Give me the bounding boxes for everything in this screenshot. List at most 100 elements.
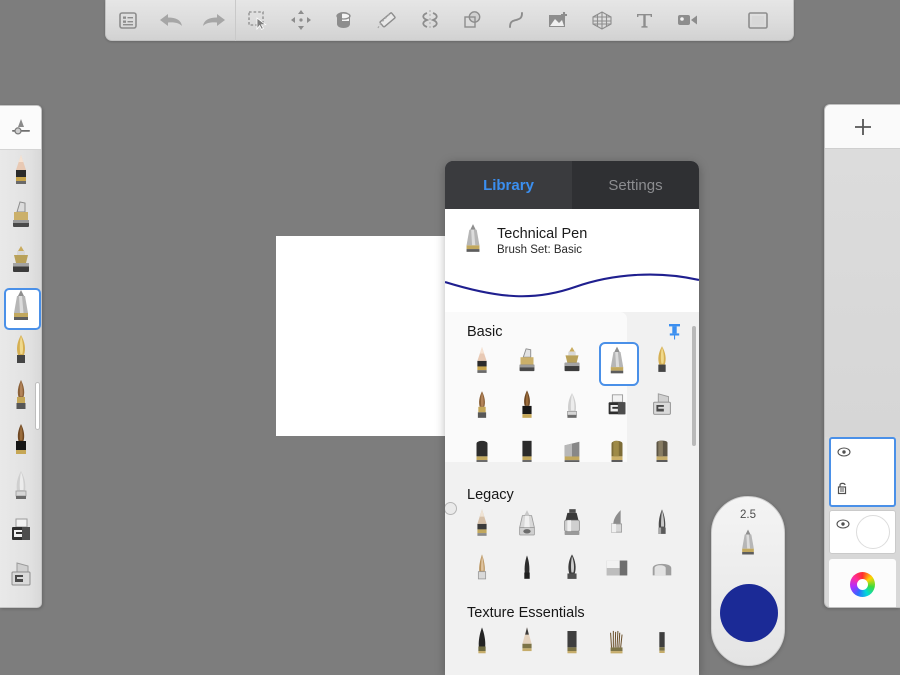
blender-c-icon <box>560 436 584 469</box>
legacy-fine-tip-icon <box>518 552 536 589</box>
fullscreen-icon[interactable] <box>736 0 779 41</box>
brush-cell-blender-a[interactable] <box>459 430 504 475</box>
brush-size-value: 2.5 <box>740 509 756 521</box>
brush-cell-legacy-pencil[interactable] <box>459 503 504 548</box>
brush-cell-legacy-fine-tip[interactable] <box>504 548 549 593</box>
brush-cell-blender-e[interactable] <box>640 430 685 475</box>
legacy-pencil-icon <box>471 507 493 544</box>
lock-icon[interactable] <box>837 481 849 500</box>
text-icon[interactable] <box>623 0 666 41</box>
blender-e-icon <box>651 436 673 469</box>
sidebar-item-calligraphy-nib-brush[interactable] <box>0 330 41 375</box>
eraser-icon[interactable] <box>365 0 408 41</box>
brush-cell-airbrush[interactable] <box>549 385 594 430</box>
rail-scrollbar[interactable] <box>35 382 40 430</box>
oil-brush-icon <box>516 389 538 426</box>
tab-settings[interactable]: Settings <box>572 161 699 209</box>
brush-cell-legacy-inker[interactable] <box>504 503 549 548</box>
brush-cell-texture-bristle[interactable] <box>595 621 640 666</box>
round-brush-icon <box>471 389 493 426</box>
brush-library-scroll[interactable]: Basic Legacy Texture Essentials <box>445 312 699 675</box>
brush-cell-texture-block[interactable] <box>549 621 594 666</box>
oil-brush-icon <box>9 423 33 462</box>
sidebar-item-pencil-brush[interactable] <box>0 150 41 195</box>
legacy-chisel-icon <box>606 508 628 543</box>
brush-cell-legacy-bullet[interactable] <box>640 503 685 548</box>
transform-icon[interactable] <box>279 0 322 41</box>
layer-item-2[interactable] <box>829 510 896 554</box>
brush-cell-calligraphy-nib[interactable] <box>640 340 685 385</box>
technical-pen-brush-icon <box>8 287 34 328</box>
flat-marker-brush-icon <box>7 559 35 596</box>
tech-pen-alt-icon <box>559 344 585 381</box>
flat-marker-icon <box>649 390 675 425</box>
brush-cell-legacy-taper[interactable] <box>459 548 504 593</box>
brush-cell-texture-narrow[interactable] <box>640 621 685 666</box>
fill-bucket-icon[interactable] <box>322 0 365 41</box>
brush-cell-legacy-spray[interactable] <box>549 503 594 548</box>
brush-cell-legacy-flat[interactable] <box>595 548 640 593</box>
brush-cell-blender-b[interactable] <box>504 430 549 475</box>
brush-cell-legacy-chisel[interactable] <box>595 503 640 548</box>
layer-thumbnail-circle <box>856 515 890 549</box>
brush-cell-legacy-nib[interactable] <box>549 548 594 593</box>
inking-pen-icon <box>514 344 540 381</box>
pin-icon[interactable] <box>668 323 681 345</box>
layers-list-icon[interactable] <box>106 0 149 41</box>
current-brush-name: Technical Pen <box>497 225 588 242</box>
brush-cell-marker[interactable] <box>595 385 640 430</box>
library-grid-basic <box>445 340 699 475</box>
brush-settings-icon[interactable] <box>0 106 41 150</box>
library-section-title-texture: Texture Essentials <box>467 605 585 621</box>
color-picker-button[interactable] <box>829 559 896 607</box>
sidebar-item-fountain-nib-brush[interactable] <box>0 240 41 285</box>
brush-cell-texture-cone[interactable] <box>459 621 504 666</box>
blender-a-icon <box>471 436 493 469</box>
brush-cell-blender-c[interactable] <box>549 430 594 475</box>
brush-size-color-puck[interactable]: 2.5 <box>711 496 785 666</box>
add-layer-button[interactable] <box>825 105 900 149</box>
shapes-icon[interactable] <box>451 0 494 41</box>
color-wheel-icon <box>850 571 875 597</box>
calligraphy-nib-brush-icon <box>9 333 33 372</box>
library-grid-texture <box>445 621 699 666</box>
brush-cell-round-brush[interactable] <box>459 385 504 430</box>
brush-cell-technical-pen[interactable] <box>595 340 640 386</box>
eye-icon[interactable] <box>836 516 850 534</box>
symmetry-icon[interactable] <box>408 0 451 41</box>
brush-cell-tech-pen-alt[interactable] <box>549 340 594 385</box>
left-brush-rail <box>0 105 42 608</box>
blender-d-icon <box>606 436 628 469</box>
brush-cell-legacy-round-flat[interactable] <box>640 548 685 593</box>
texture-block-icon <box>562 626 582 661</box>
brush-cell-inking-pen[interactable] <box>504 340 549 385</box>
brush-cell-pencil[interactable] <box>459 340 504 385</box>
brush-cell-blender-d[interactable] <box>595 430 640 475</box>
current-color-swatch[interactable] <box>720 584 778 642</box>
brush-cell-oil-brush[interactable] <box>504 385 549 430</box>
top-toolbar <box>105 0 794 41</box>
layer-item-1[interactable] <box>829 437 896 507</box>
texture-bristle-icon <box>606 626 628 661</box>
tab-library[interactable]: Library <box>445 161 572 209</box>
redo-icon[interactable] <box>192 0 235 41</box>
sidebar-item-inking-pen-brush[interactable] <box>0 195 41 240</box>
legacy-bullet-icon <box>652 507 672 544</box>
record-icon[interactable] <box>666 0 709 41</box>
curve-icon[interactable] <box>494 0 537 41</box>
brush-cell-flat-marker[interactable] <box>640 385 685 430</box>
sidebar-item-marker-brush[interactable] <box>0 510 41 555</box>
pencil-brush-icon <box>8 153 34 192</box>
stroke-preview <box>445 273 699 298</box>
fountain-nib-brush-icon <box>7 243 35 282</box>
sidebar-item-airbrush-brush[interactable] <box>0 465 41 510</box>
sidebar-item-flat-marker-brush[interactable] <box>0 555 41 600</box>
select-icon[interactable] <box>236 0 279 41</box>
inking-pen-brush-icon <box>7 198 35 237</box>
perspective-grid-icon[interactable] <box>580 0 623 41</box>
undo-icon[interactable] <box>149 0 192 41</box>
sidebar-item-technical-pen-brush[interactable] <box>0 285 41 330</box>
eye-icon[interactable] <box>837 444 851 462</box>
brush-cell-texture-pencil[interactable] <box>504 621 549 666</box>
add-image-icon[interactable] <box>537 0 580 41</box>
